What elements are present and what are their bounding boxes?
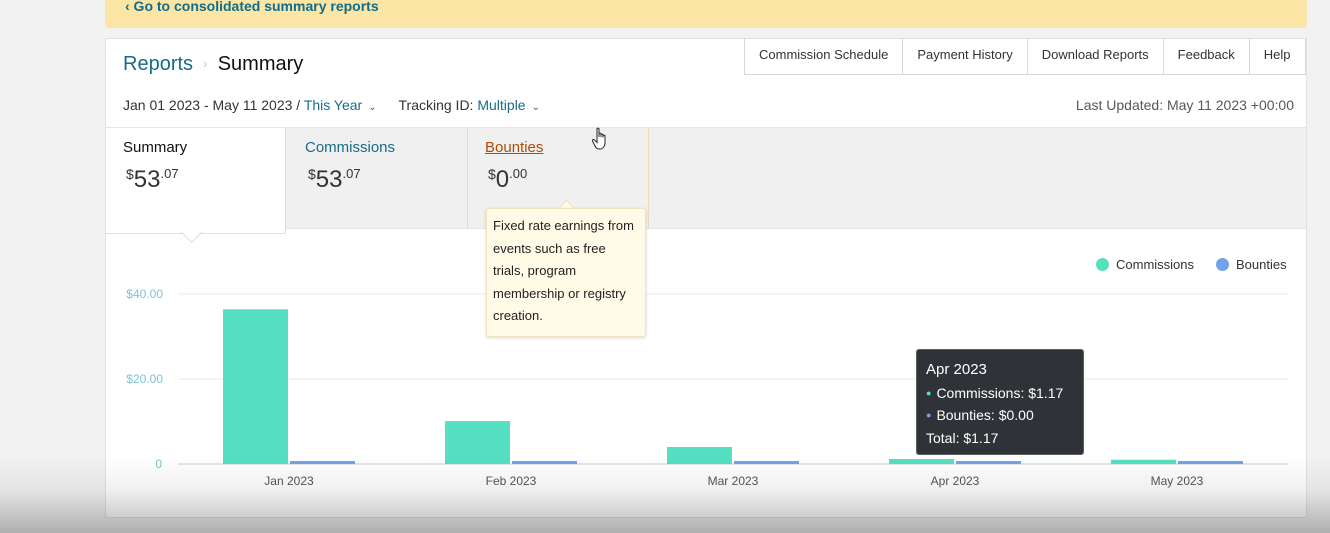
legend-label: Bounties: [1236, 257, 1287, 272]
report-card: Reports › Summary Commission Schedule Paym…: [105, 38, 1307, 518]
x-tick-label: Jan 2023: [264, 474, 314, 488]
hover-commissions: Commissions: $1.17: [936, 384, 1064, 401]
bar-commissions[interactable]: [1111, 459, 1176, 464]
x-tick-label: Apr 2023: [931, 474, 980, 488]
bullet-icon: ●: [926, 387, 932, 398]
bar-commissions[interactable]: [889, 459, 954, 464]
bar-chart: 0 $20.00 $40.00 Jan 2023 Feb 2023 Mar 2023 Apr…: [126, 287, 1288, 488]
bar-bounties[interactable]: [956, 461, 1021, 464]
bar-commissions[interactable]: [667, 447, 732, 464]
y-tick-label: 0: [155, 457, 162, 471]
bullet-icon: ●: [926, 410, 932, 420]
y-tick-label: $20.00: [126, 372, 163, 386]
bar-bounties[interactable]: [512, 461, 577, 464]
bar-bounties[interactable]: [290, 461, 355, 464]
legend-bounties[interactable]: Bounties: [1216, 257, 1287, 272]
hover-total: Total: $1.17: [926, 429, 999, 446]
bar-commissions[interactable]: [223, 309, 288, 464]
banner: ‹ Go to consolidated summary reports: [105, 0, 1307, 28]
legend-commissions[interactable]: Commissions: [1096, 257, 1194, 272]
y-tick-label: $40.00: [126, 287, 163, 301]
legend-dot-icon: [1216, 258, 1229, 271]
legend-label: Commissions: [1116, 257, 1195, 272]
hand-cursor-icon: [591, 127, 606, 150]
bar-bounties[interactable]: [734, 461, 799, 464]
chart-hover-tooltip: Apr 2023 ● Commissions: $1.17 ● Bounties: …: [916, 349, 1084, 455]
bar-bounties[interactable]: [1178, 461, 1243, 464]
x-tick-label: Feb 2023: [486, 474, 537, 488]
x-tick-label: Mar 2023: [708, 474, 759, 488]
x-tick-label: May 2023: [1151, 474, 1204, 488]
consolidated-reports-link[interactable]: ‹ Go to consolidated summary reports: [125, 0, 379, 14]
legend-dot-icon: [1096, 258, 1109, 271]
bounties-tooltip: Fixed rate earnings from events such as …: [486, 208, 646, 337]
bar-commissions[interactable]: [445, 421, 510, 464]
hover-tooltip-title: Apr 2023: [926, 361, 987, 378]
hover-bounties: Bounties: $0.00: [936, 407, 1034, 423]
